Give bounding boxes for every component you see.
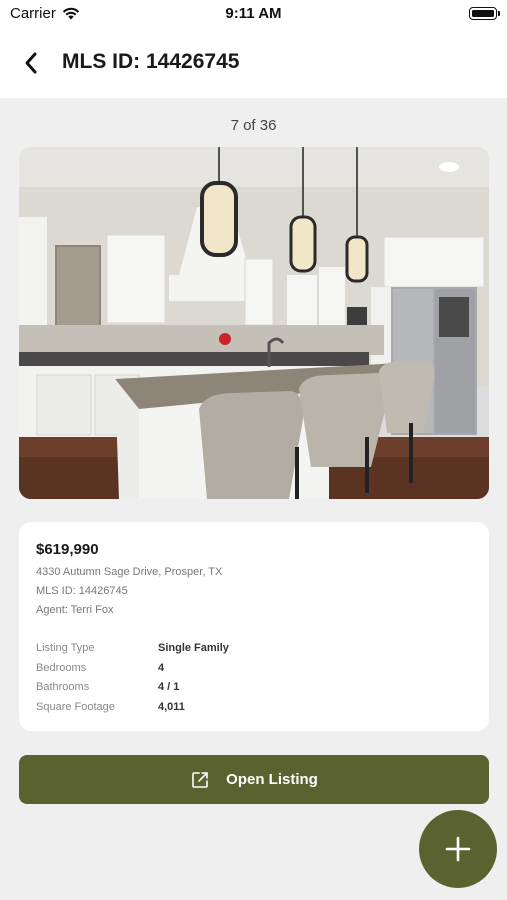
- navigation-bar: MLS ID: 14426745: [0, 28, 507, 98]
- battery-icon: [469, 7, 500, 20]
- detail-row-bathrooms: Bathrooms 4 / 1: [36, 681, 456, 697]
- detail-label: Square Footage: [36, 701, 115, 713]
- detail-value: 4 / 1: [158, 681, 180, 693]
- chevron-left-icon: [25, 52, 37, 74]
- status-time: 9:11 AM: [225, 5, 282, 22]
- back-button[interactable]: [16, 48, 46, 78]
- open-listing-label: Open Listing: [226, 771, 318, 788]
- detail-label: Bedrooms: [36, 662, 87, 674]
- detail-value: Single Family: [158, 642, 229, 654]
- detail-value: 4: [158, 662, 165, 674]
- detail-label: Bathrooms: [36, 681, 90, 693]
- open-listing-button[interactable]: Open Listing: [19, 755, 489, 804]
- listing-price: $619,990: [36, 541, 99, 558]
- add-fab-button[interactable]: [419, 810, 497, 888]
- external-link-icon: [192, 771, 208, 788]
- listing-agent: Agent: Terri Fox: [36, 604, 114, 616]
- plus-icon: [445, 836, 471, 862]
- page-title: MLS ID: 14426745: [62, 50, 240, 73]
- photo-counter: 7 of 36: [230, 117, 277, 134]
- listing-mls-id: MLS ID: 14426745: [36, 585, 128, 597]
- detail-row-listing-type: Listing Type Single Family: [36, 642, 456, 658]
- detail-label: Listing Type: [36, 642, 95, 654]
- detail-row-square-footage: Square Footage 4,011: [36, 701, 456, 717]
- status-bar: Carrier 9:11 AM: [0, 0, 507, 28]
- listing-photo[interactable]: [19, 147, 489, 499]
- detail-value: 4,011: [158, 701, 185, 713]
- detail-row-bedrooms: Bedrooms 4: [36, 662, 456, 678]
- listing-info-card: $619,990 4330 Autumn Sage Drive, Prosper…: [19, 522, 489, 731]
- listing-address: 4330 Autumn Sage Drive, Prosper, TX: [36, 566, 223, 578]
- kitchen-photo-image: [19, 147, 489, 499]
